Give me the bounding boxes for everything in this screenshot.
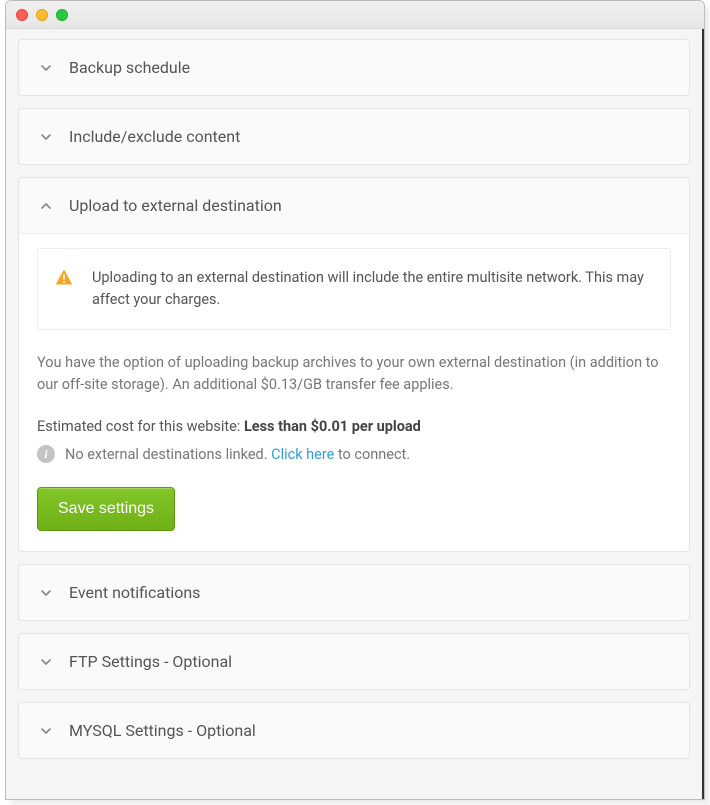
section-title: Upload to external destination bbox=[69, 196, 282, 215]
save-settings-button[interactable]: Save settings bbox=[37, 487, 175, 531]
estimate-label: Estimated cost for this website: bbox=[37, 418, 244, 435]
info-line: i No external destinations linked. Click… bbox=[37, 445, 671, 463]
upload-description: You have the option of uploading backup … bbox=[37, 352, 671, 397]
chevron-down-icon bbox=[37, 587, 55, 599]
titlebar bbox=[6, 1, 704, 29]
section-include-exclude: Include/exclude content bbox=[18, 108, 690, 165]
section-upload-external: Upload to external destination Uploading… bbox=[18, 177, 690, 552]
connect-link[interactable]: Click here bbox=[271, 446, 334, 463]
chevron-down-icon bbox=[37, 62, 55, 74]
settings-panel: Backup schedule Include/exclude content … bbox=[6, 29, 704, 799]
window-frame: Backup schedule Include/exclude content … bbox=[5, 0, 705, 800]
section-backup-schedule: Backup schedule bbox=[18, 39, 690, 96]
section-body-upload-external: Uploading to an external destination wil… bbox=[19, 233, 689, 551]
maximize-icon[interactable] bbox=[56, 9, 68, 21]
section-header-upload-external[interactable]: Upload to external destination bbox=[19, 178, 689, 233]
section-header-event-notifications[interactable]: Event notifications bbox=[19, 565, 689, 620]
section-title: Event notifications bbox=[69, 583, 200, 602]
estimate-value: Less than $0.01 per upload bbox=[244, 418, 421, 435]
info-prefix: No external destinations linked. bbox=[65, 446, 271, 463]
section-ftp-settings: FTP Settings - Optional bbox=[18, 633, 690, 690]
section-header-mysql-settings[interactable]: MYSQL Settings - Optional bbox=[19, 703, 689, 758]
section-header-include-exclude[interactable]: Include/exclude content bbox=[19, 109, 689, 164]
warning-icon bbox=[54, 267, 74, 287]
section-title: Include/exclude content bbox=[69, 127, 240, 146]
chevron-down-icon bbox=[37, 131, 55, 143]
chevron-down-icon bbox=[37, 656, 55, 668]
warning-text: Uploading to an external destination wil… bbox=[92, 267, 654, 311]
section-title: Backup schedule bbox=[69, 58, 190, 77]
info-suffix: to connect. bbox=[334, 446, 410, 463]
section-title: FTP Settings - Optional bbox=[69, 652, 232, 671]
info-icon: i bbox=[37, 445, 55, 463]
chevron-up-icon bbox=[37, 200, 55, 212]
section-header-ftp-settings[interactable]: FTP Settings - Optional bbox=[19, 634, 689, 689]
section-title: MYSQL Settings - Optional bbox=[69, 721, 256, 740]
chevron-down-icon bbox=[37, 725, 55, 737]
warning-alert: Uploading to an external destination wil… bbox=[37, 248, 671, 330]
minimize-icon[interactable] bbox=[36, 9, 48, 21]
estimate-line: Estimated cost for this website: Less th… bbox=[37, 418, 671, 435]
close-icon[interactable] bbox=[16, 9, 28, 21]
section-mysql-settings: MYSQL Settings - Optional bbox=[18, 702, 690, 759]
section-header-backup-schedule[interactable]: Backup schedule bbox=[19, 40, 689, 95]
info-text: No external destinations linked. Click h… bbox=[65, 446, 410, 463]
section-event-notifications: Event notifications bbox=[18, 564, 690, 621]
